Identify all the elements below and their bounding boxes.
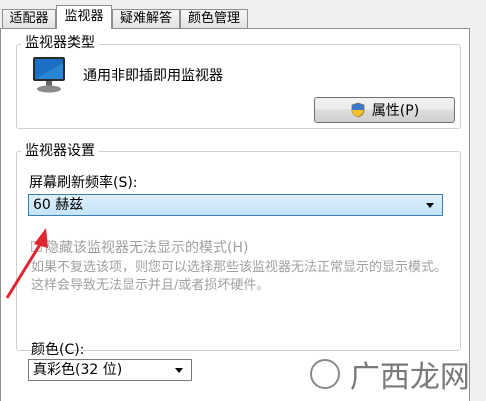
annotation-arrow — [5, 228, 48, 299]
tab-monitor[interactable]: 监视器 — [56, 5, 112, 29]
watermark-text: 广西龙网 — [349, 360, 470, 395]
watermark-logo-icon — [310, 359, 340, 389]
watermark: 广西龙网 — [310, 352, 470, 396]
